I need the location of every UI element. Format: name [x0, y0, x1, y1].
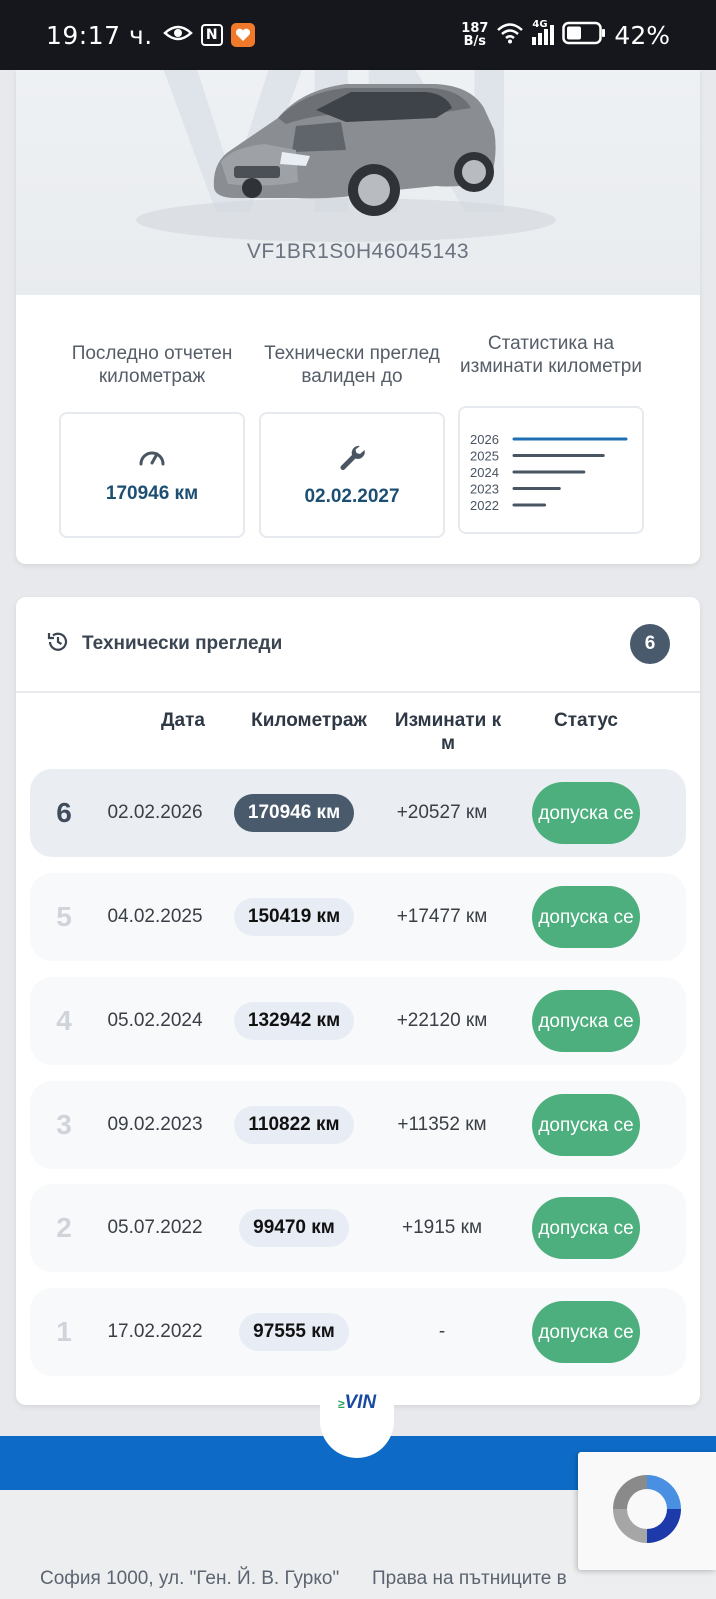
row-diff: - — [438, 1321, 446, 1342]
wifi-icon — [496, 22, 524, 48]
recaptcha-icon — [605, 1467, 689, 1556]
row-mileage: 99470 км — [239, 1209, 349, 1247]
row-diff: +20527 км — [396, 802, 488, 823]
inspections-card: Технически прегледи 6 Дата Километраж Из… — [16, 597, 700, 1405]
header-mileage: Километраж — [251, 710, 367, 731]
mileage-mini-chart: 2026 20252024 20232022 — [470, 432, 628, 513]
status-badge: допуска се — [532, 990, 640, 1052]
inspections-count-badge: 6 — [630, 624, 670, 664]
row-number: 3 — [56, 1109, 72, 1140]
battery-percent: 42% — [614, 20, 670, 50]
status-bar: 19:17 ч. N 187 B/s 4G 42% — [0, 0, 716, 70]
table-row[interactable]: 3 09.02.2023 110822 км +11352 км допуска… — [30, 1081, 686, 1169]
row-mileage: 150419 км — [233, 898, 355, 936]
status-badge: допуска се — [532, 886, 640, 948]
table-row[interactable]: 5 04.02.2025 150419 км +17477 км допуска… — [30, 873, 686, 961]
table-row[interactable]: 2 05.07.2022 99470 км +1915 км допуска с… — [30, 1184, 686, 1272]
row-date: 04.02.2025 — [107, 906, 203, 927]
table-row[interactable]: 4 05.02.2024 132942 км +22120 км допуска… — [30, 977, 686, 1065]
statistics-stat[interactable]: Статистика на изминати километри 2026 202… — [458, 320, 644, 534]
table-row[interactable]: 6 02.02.2026 170946 км +20527 км допуска… — [30, 769, 686, 857]
vin-number: VF1BR1S0H46045143 — [246, 240, 470, 263]
row-diff: +22120 км — [396, 1010, 488, 1031]
row-number: 1 — [56, 1316, 72, 1347]
network-speed: 187 B/s — [461, 22, 488, 48]
row-date: 09.02.2023 — [107, 1114, 203, 1135]
wrench-icon — [338, 443, 366, 476]
vehicle-card: VIN VF1BR1S0H46045143 Последно отчетен к… — [16, 70, 700, 564]
header-date: Дата — [161, 710, 205, 731]
header-status: Статус — [553, 710, 619, 731]
clock: 19:17 ч. — [46, 20, 153, 50]
footer-rights-link[interactable]: Права на пътниците в — [372, 1568, 567, 1590]
eye-icon — [162, 23, 193, 47]
row-diff: +11352 км — [397, 1114, 487, 1135]
row-number: 5 — [56, 901, 72, 932]
status-badge: допуска се — [532, 1197, 640, 1259]
logo-text: ≥VIN — [337, 1392, 377, 1413]
mini-chart-year-label: 2025 — [470, 449, 499, 464]
speed-unit: B/s — [463, 34, 487, 49]
inspections-title: Технически прегледи — [82, 633, 283, 654]
mileage-label: Последно отчетен километраж — [71, 343, 233, 387]
mini-chart-year-label: 2023 — [470, 482, 499, 497]
row-number: 2 — [56, 1212, 72, 1243]
row-date: 17.02.2022 — [107, 1321, 203, 1342]
logo-label: VIN — [344, 1392, 377, 1413]
health-app-icon — [230, 23, 255, 47]
row-mileage: 132942 км — [233, 1002, 355, 1040]
footer-address: София 1000, ул. "Ген. Й. В. Гурко" — [40, 1568, 340, 1589]
statistics-box[interactable]: 2026 2025 2024 2023 2022 — [458, 406, 644, 534]
nfc-icon: N — [200, 24, 223, 46]
row-diff: +1915 км — [401, 1217, 483, 1238]
row-diff: +17477 км — [396, 906, 488, 927]
mini-chart-year-label: 2024 — [470, 465, 499, 480]
history-icon — [46, 630, 70, 659]
inspection-box: 02.02.2027 — [259, 412, 445, 538]
network-type: 4G — [532, 19, 548, 30]
table-row[interactable]: 1 17.02.2022 97555 км - допуска се — [30, 1288, 686, 1376]
recaptcha-badge[interactable] — [578, 1452, 716, 1570]
mileage-box: 170946 км — [59, 412, 245, 538]
row-mileage: 110822 км — [234, 1106, 354, 1144]
status-badge: допуска се — [532, 782, 640, 844]
mini-chart-year-label: 2022 — [470, 498, 499, 513]
battery-icon — [562, 21, 606, 49]
row-date: 05.02.2024 — [107, 1010, 203, 1031]
inspection-stat: Технически преглед валиден до 02.02.2027 — [259, 332, 445, 538]
mileage-value: 170946 км — [105, 482, 199, 504]
mileage-stat: Последно отчетен километраж 170946 км — [59, 332, 245, 538]
row-mileage: 97555 км — [239, 1313, 349, 1351]
row-date: 02.02.2026 — [107, 802, 203, 823]
inspections-header: Технически прегледи 6 — [16, 597, 700, 693]
status-badge: допуска се — [532, 1301, 640, 1363]
inspection-value: 02.02.2027 — [304, 485, 400, 507]
speedometer-icon — [137, 446, 167, 473]
mini-chart-year-label: 2026 — [470, 432, 499, 447]
row-number: 4 — [56, 1005, 72, 1036]
header-diff: Изминати к м — [394, 710, 502, 754]
row-number: 6 — [56, 797, 72, 828]
signal-icon: 4G — [532, 19, 555, 45]
row-date: 05.07.2022 — [107, 1217, 203, 1238]
row-mileage: 170946 км — [233, 794, 355, 832]
inspection-label: Технически преглед валиден до — [264, 343, 440, 387]
statistics-label: Статистика на изминати километри — [460, 333, 642, 377]
status-badge: допуска се — [532, 1094, 640, 1156]
